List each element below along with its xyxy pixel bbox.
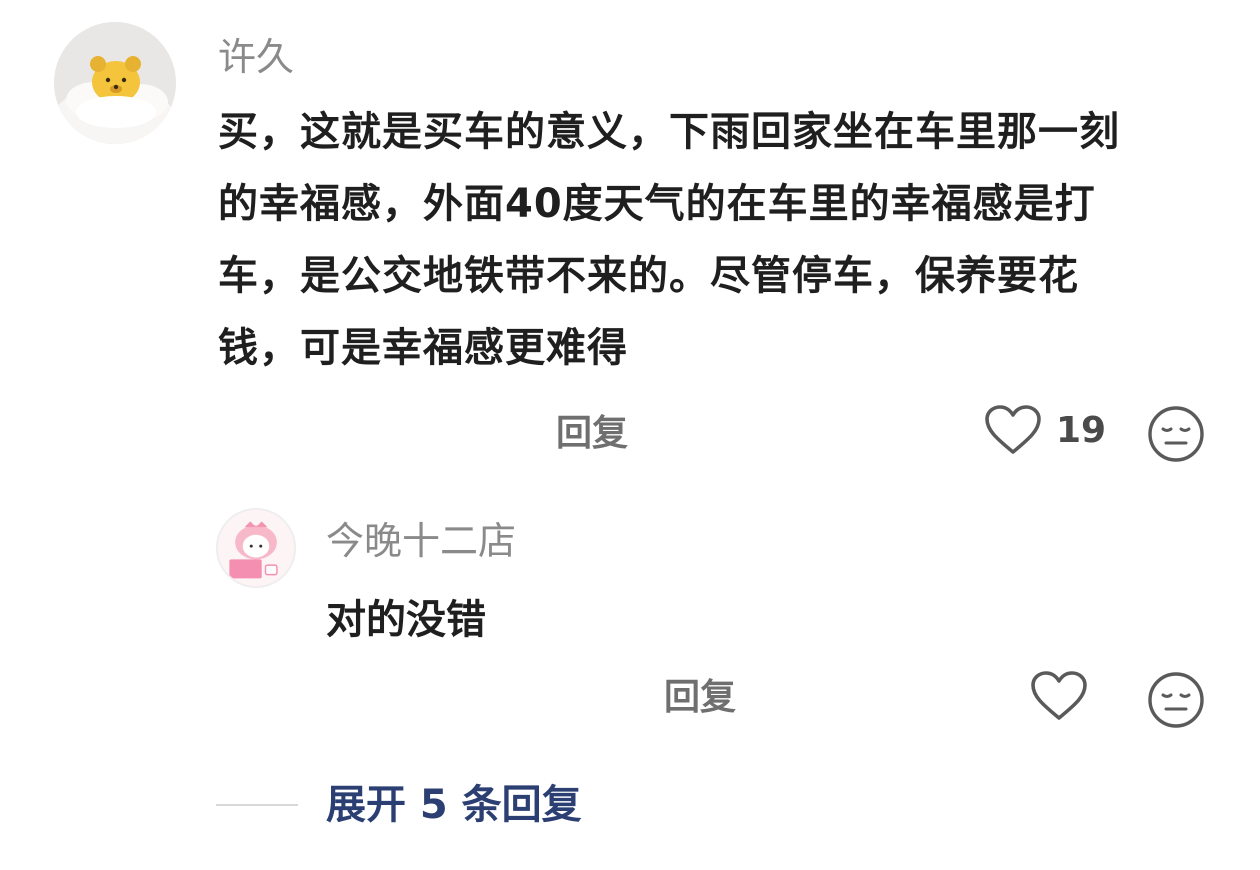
reply-username[interactable]: 今晚十二店 bbox=[326, 516, 516, 566]
winnie-the-pooh-avatar-icon bbox=[54, 22, 176, 144]
reply-dislike-button[interactable] bbox=[1146, 670, 1206, 734]
expand-replies-button[interactable]: 展开 5 条回复 bbox=[326, 780, 582, 830]
heart-outline-icon bbox=[1031, 671, 1087, 720]
heart-outline-icon bbox=[985, 405, 1041, 454]
meh-face-icon bbox=[1148, 406, 1204, 462]
dislike-button[interactable] bbox=[1146, 404, 1206, 468]
reply-to-reply-button[interactable]: 回复 bbox=[664, 676, 736, 720]
comment-text: 买，这就是买车的意义，下雨回家坐在车里那一刻的幸福感，外面40度天气的在车里的幸… bbox=[218, 109, 1120, 371]
commenter-username[interactable]: 许久 bbox=[218, 32, 294, 82]
reply-avatar[interactable] bbox=[216, 508, 296, 588]
pink-cartoon-avatar-icon bbox=[218, 510, 294, 586]
commenter-avatar[interactable] bbox=[54, 22, 176, 144]
meh-face-icon bbox=[1148, 672, 1204, 728]
like-count: 19 bbox=[1056, 409, 1107, 451]
reply-text: 对的没错 bbox=[326, 597, 486, 643]
reply-like-button[interactable] bbox=[1030, 670, 1088, 722]
reply-button[interactable]: 回复 bbox=[556, 412, 628, 456]
like-button[interactable]: 19 bbox=[984, 404, 1106, 456]
expand-divider bbox=[216, 804, 298, 806]
